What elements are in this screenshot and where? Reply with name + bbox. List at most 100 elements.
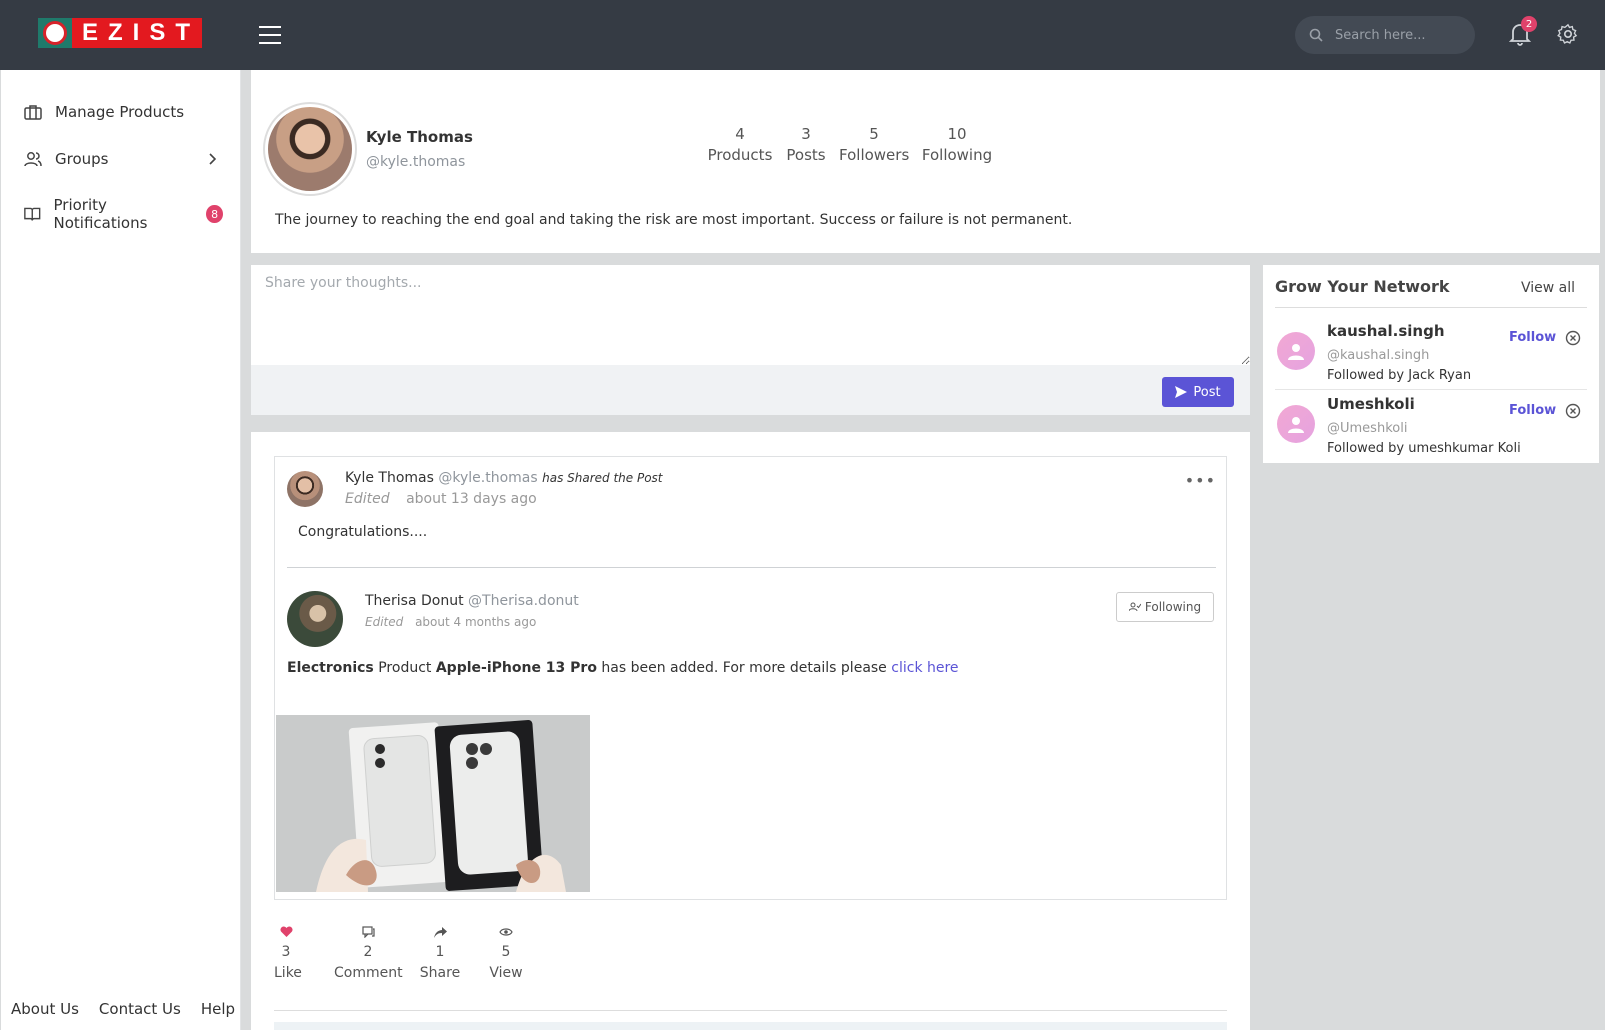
comment-icon [361,926,375,938]
post-actions: 3 Like 2 Comment 1 Share 5 View [274,922,524,984]
notification-count-badge: 2 [1521,16,1537,32]
suggestion-item: kaushal.singh @kaushal.singh Followed by… [1275,320,1587,392]
post-textarea[interactable] [251,265,1250,365]
original-post-text: Electronics Product Apple-iPhone 13 Pro … [287,660,959,676]
shared-post: Kyle Thomas @kyle.thomas has Shared the … [274,456,1227,900]
shared-post-header: Kyle Thomas @kyle.thomas has Shared the … [345,470,663,486]
avatar[interactable] [287,591,343,647]
author-handle[interactable]: @Therisa.donut [468,593,579,609]
share-button[interactable]: 1 Share [418,922,462,984]
like-button[interactable]: 3 Like [274,922,302,984]
click-here-link[interactable]: click here [891,660,958,676]
ezist-logo[interactable]: EZIST [38,18,203,48]
sidebar-item-groups[interactable]: Groups [23,149,223,169]
dismiss-icon[interactable] [1565,403,1581,419]
user-placeholder-icon [1288,417,1304,433]
stat-posts[interactable]: 3 Posts [773,124,839,166]
suggestion-handle: @Umeshkoli [1327,421,1408,436]
share-label: Share [419,965,461,981]
profile-name: Kyle Thomas [366,128,473,146]
post-button[interactable]: Post [1162,377,1234,407]
help-link[interactable]: Help [201,1000,235,1018]
notifications-button[interactable]: 2 [1508,16,1537,48]
suggestion-item: Umeshkoli @Umeshkoli Followed by umeshku… [1275,393,1587,465]
profile-handle: @kyle.thomas [366,154,466,170]
search-icon [1309,28,1323,42]
avatar[interactable] [1277,405,1315,443]
edited-label: Edited [365,615,404,629]
sidebar-item-label: Manage Products [55,103,185,121]
logo-emblem [38,18,72,48]
post-meta: Edited about 13 days ago [345,491,537,507]
following-button[interactable]: Following [1116,592,1214,622]
heart-icon [279,926,293,937]
post-meta: Edited about 4 months ago [365,615,536,629]
composer-toolbar: Post [251,365,1250,415]
post-time: about 4 months ago [415,615,537,629]
author-name[interactable]: Therisa Donut [365,593,464,609]
avatar[interactable] [287,471,323,507]
shared-post-text: Congratulations.... [298,524,428,540]
more-options-icon[interactable]: ••• [1185,471,1216,490]
like-count: 3 [281,944,291,960]
about-us-link[interactable]: About Us [11,1000,79,1018]
chevron-right-icon [209,153,217,165]
iphone-photo [276,715,590,892]
briefcase-icon [24,105,42,120]
comment-label: Comment [334,965,403,981]
stat-products[interactable]: 4 Products [707,124,773,166]
user-placeholder-icon [1288,344,1304,360]
network-title: Grow Your Network [1275,277,1450,296]
suggestion-followed-by: Followed by Jack Ryan [1327,368,1472,383]
view-label: View [489,965,523,981]
profile-card: Kyle Thomas @kyle.thomas 4 Products 3 Post… [251,70,1600,253]
sidebar-item-label: Groups [55,150,109,168]
settings-button[interactable] [1557,23,1581,47]
stat-followers[interactable]: 5 Followers [839,124,909,166]
product-image[interactable] [276,715,590,892]
view-count: 5 [501,944,511,960]
profile-avatar[interactable] [263,102,357,196]
profile-bio: The journey to reaching the end goal and… [275,212,1073,228]
send-icon [1175,386,1188,398]
logo-circle-icon [43,21,67,45]
stat-following[interactable]: 10 Following [909,124,1005,166]
eye-icon [499,928,513,936]
suggestion-followed-by: Followed by umeshkumar Koli [1327,441,1521,456]
suggestion-name[interactable]: kaushal.singh [1327,322,1445,340]
share-count: 1 [435,944,445,960]
sidebar-item-priority-notifications[interactable]: Priority Notifications 8 [23,196,223,232]
shared-action-text: has Shared the Post [542,471,663,485]
search-input[interactable] [1335,27,1465,43]
dismiss-icon[interactable] [1565,330,1581,346]
comment-count: 2 [363,944,373,960]
search-box [1295,16,1475,54]
menu-toggle-icon[interactable] [259,26,281,44]
share-icon [433,926,447,938]
contact-us-link[interactable]: Contact Us [99,1000,181,1018]
follow-button[interactable]: Follow [1509,330,1556,345]
view-button[interactable]: 5 View [488,922,524,984]
sidebar-item-manage-products[interactable]: Manage Products [23,102,223,122]
avatar[interactable] [1277,332,1315,370]
author-name[interactable]: Kyle Thomas [345,470,434,486]
grow-network-panel: Grow Your Network View all kaushal.singh… [1263,265,1599,463]
follow-button[interactable]: Follow [1509,403,1556,418]
divider [287,567,1216,568]
edited-label: Edited [345,491,390,507]
post-time: about 13 days ago [406,491,537,507]
book-icon [24,207,41,221]
divider [1275,307,1587,308]
priority-count-badge: 8 [206,205,223,223]
suggestion-name[interactable]: Umeshkoli [1327,395,1415,413]
view-all-link[interactable]: View all [1521,280,1575,296]
users-icon [24,152,42,167]
comment-button[interactable]: 2 Comment [334,922,403,984]
divider [1275,389,1587,390]
footer-links: About Us Contact Us Help [11,1000,235,1018]
divider [274,1010,1227,1011]
logo-wordmark: EZIST [72,18,203,48]
top-navbar: EZIST 2 [0,0,1605,70]
author-handle[interactable]: @kyle.thomas [438,470,537,486]
sidebar-item-label: Priority Notifications [53,196,148,232]
